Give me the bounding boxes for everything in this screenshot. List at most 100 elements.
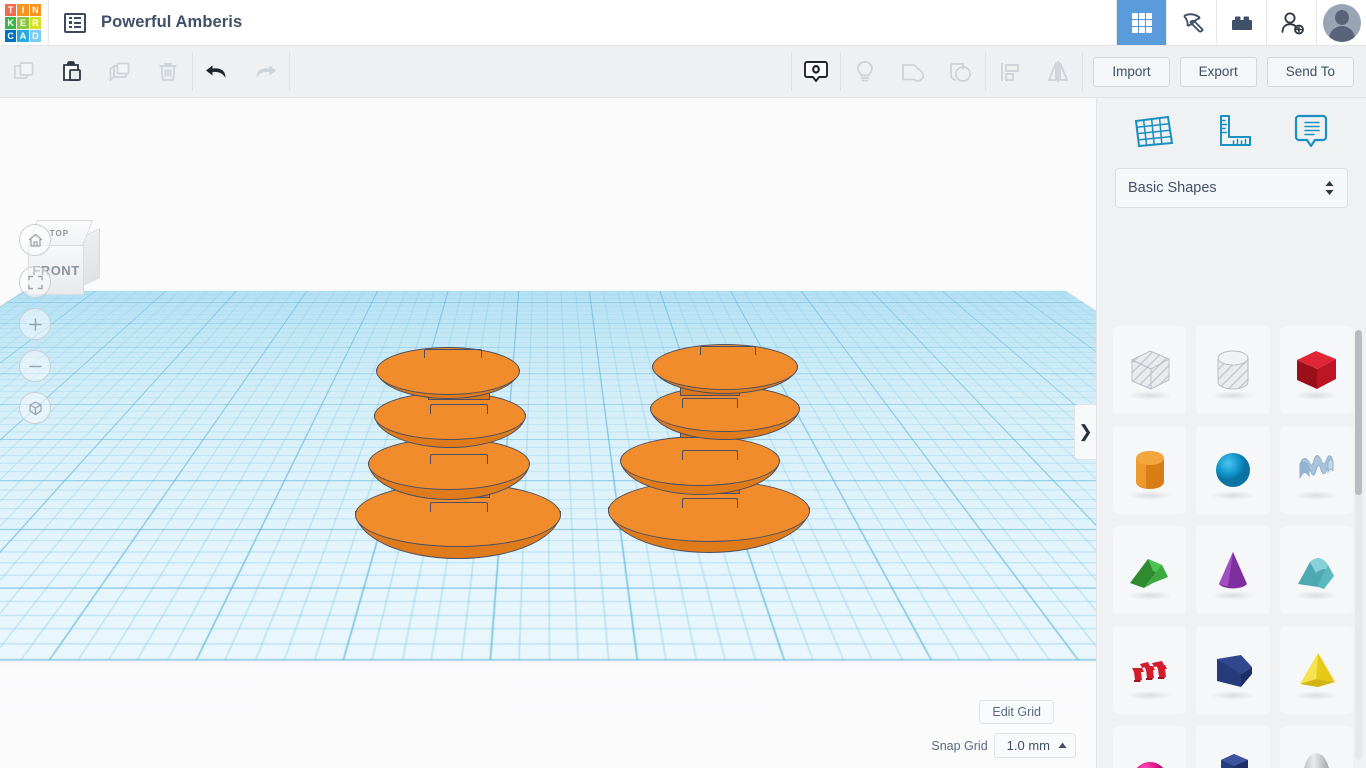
ungroup-icon <box>950 62 972 82</box>
import-button[interactable]: Import <box>1093 56 1170 87</box>
tinkercad-logo[interactable]: T I N K E R C A D <box>0 0 46 46</box>
lightbulb-button[interactable] <box>841 46 889 97</box>
export-button[interactable]: Export <box>1179 56 1257 87</box>
chevron-up-icon <box>1058 742 1067 748</box>
shape-pyramid[interactable] <box>1279 626 1353 714</box>
project-list-button[interactable] <box>49 0 101 45</box>
pickaxe-icon <box>1182 12 1204 33</box>
align-button[interactable] <box>986 46 1034 97</box>
nav-pickaxe-button[interactable] <box>1166 0 1216 45</box>
logo-cell-k: K <box>5 17 17 29</box>
duplicate-button[interactable] <box>96 46 144 97</box>
shapes-panel: Basic Shapes <box>1096 98 1366 768</box>
logo-cell-c: C <box>5 30 17 42</box>
page-title[interactable]: Powerful Amberis <box>101 0 242 45</box>
tab-workplane[interactable] <box>1130 109 1176 158</box>
shape-wedge[interactable] <box>1196 626 1270 714</box>
shape-half-sphere[interactable] <box>1113 726 1187 768</box>
shape-grid <box>1097 326 1366 768</box>
nav-brick-button[interactable] <box>1216 0 1266 45</box>
logo-cell-i: I <box>17 4 29 16</box>
fit-frame-icon <box>27 275 43 289</box>
scribble-icon <box>1299 455 1334 479</box>
delete-button[interactable] <box>144 46 192 97</box>
tab-ruler[interactable] <box>1209 109 1255 158</box>
redo-button[interactable] <box>241 46 289 97</box>
user-account-button[interactable] <box>1316 0 1366 45</box>
grid-plane-icon <box>1134 115 1173 147</box>
minus-icon <box>28 365 42 367</box>
shape-box[interactable] <box>1279 326 1353 414</box>
shape-category-select[interactable]: Basic Shapes <box>1115 168 1348 208</box>
list-document-icon <box>64 12 86 33</box>
pyramid-icon <box>1300 653 1336 687</box>
toolbar-actions: Import Export Send To <box>1083 46 1366 97</box>
logo-cell-a: A <box>17 30 29 42</box>
shape-cylinder-hole[interactable] <box>1196 326 1270 414</box>
shape-roof[interactable] <box>1113 526 1187 614</box>
home-icon <box>28 233 42 247</box>
group-button[interactable] <box>889 46 937 97</box>
delete-icon <box>159 62 177 81</box>
mirror-button[interactable] <box>1034 46 1082 97</box>
cylinder-icon <box>1135 451 1164 489</box>
stand-slot-top <box>700 346 756 355</box>
copy-button[interactable] <box>0 46 48 97</box>
duplicate-icon <box>109 62 130 82</box>
shape-polygon[interactable] <box>1196 726 1270 768</box>
undo-button[interactable] <box>193 46 241 97</box>
undo-icon <box>206 65 226 78</box>
fit-all-button[interactable] <box>19 266 51 298</box>
paste-button[interactable] <box>48 46 96 97</box>
panel-tabs <box>1097 98 1366 168</box>
align-icon <box>1001 62 1020 81</box>
shape-category-label: Basic Shapes <box>1128 180 1217 196</box>
zoom-in-button[interactable] <box>19 308 51 340</box>
panel-collapse-button[interactable]: ❯ <box>1074 404 1096 460</box>
stand-slot-base <box>682 498 738 508</box>
box-hole-icon <box>1130 350 1170 390</box>
stand-slot-2 <box>682 398 738 408</box>
panel-scrollbar[interactable] <box>1355 330 1362 760</box>
tab-notes[interactable] <box>1288 109 1334 158</box>
round-roof-icon <box>1298 558 1335 589</box>
logo-cell-n: N <box>29 4 41 16</box>
shape-sphere[interactable] <box>1196 426 1270 514</box>
shape-scribble[interactable] <box>1279 426 1353 514</box>
shape-round-roof[interactable] <box>1279 526 1353 614</box>
shape-text[interactable] <box>1113 626 1187 714</box>
sphere-icon <box>1215 453 1250 487</box>
plus-icon <box>28 317 42 331</box>
nav-add-person-button[interactable] <box>1266 0 1316 45</box>
home-view-button[interactable] <box>19 224 51 256</box>
stand-slot-3 <box>430 454 488 464</box>
ungroup-button[interactable] <box>937 46 985 97</box>
cube-icon <box>28 400 42 415</box>
snap-grid-select[interactable]: 1.0 mm <box>993 733 1076 758</box>
grid-apps-icon <box>1131 12 1152 33</box>
show-hide-button[interactable] <box>792 46 840 97</box>
paraboloid-icon <box>1304 753 1330 768</box>
perspective-toggle-button[interactable] <box>19 392 51 424</box>
zoom-out-button[interactable] <box>19 350 51 382</box>
shape-paraboloid[interactable] <box>1279 726 1353 768</box>
tier-top <box>620 436 780 486</box>
ruler-icon <box>1219 114 1251 146</box>
workplane-grid <box>0 290 1096 661</box>
logo-cell-t: T <box>5 4 17 16</box>
shape-box-hole[interactable] <box>1113 326 1187 414</box>
half-sphere-icon <box>1136 762 1163 768</box>
nav-grid-apps-button[interactable] <box>1116 0 1166 45</box>
text-icon <box>1131 661 1167 682</box>
panel-scroll-thumb[interactable] <box>1355 330 1362 495</box>
3d-viewport[interactable]: TOP FRONT Edit Grid Snap Grid 1.0 mm ❯ <box>0 98 1096 768</box>
shape-cylinder[interactable] <box>1113 426 1187 514</box>
stand-tier-3 <box>620 436 780 495</box>
shape-cone[interactable] <box>1196 526 1270 614</box>
group-icon <box>902 63 925 82</box>
box-icon <box>1297 351 1337 389</box>
edit-grid-button[interactable]: Edit Grid <box>979 700 1054 724</box>
cone-icon <box>1218 552 1247 589</box>
send-to-button[interactable]: Send To <box>1266 56 1354 87</box>
add-person-icon <box>1281 12 1304 34</box>
